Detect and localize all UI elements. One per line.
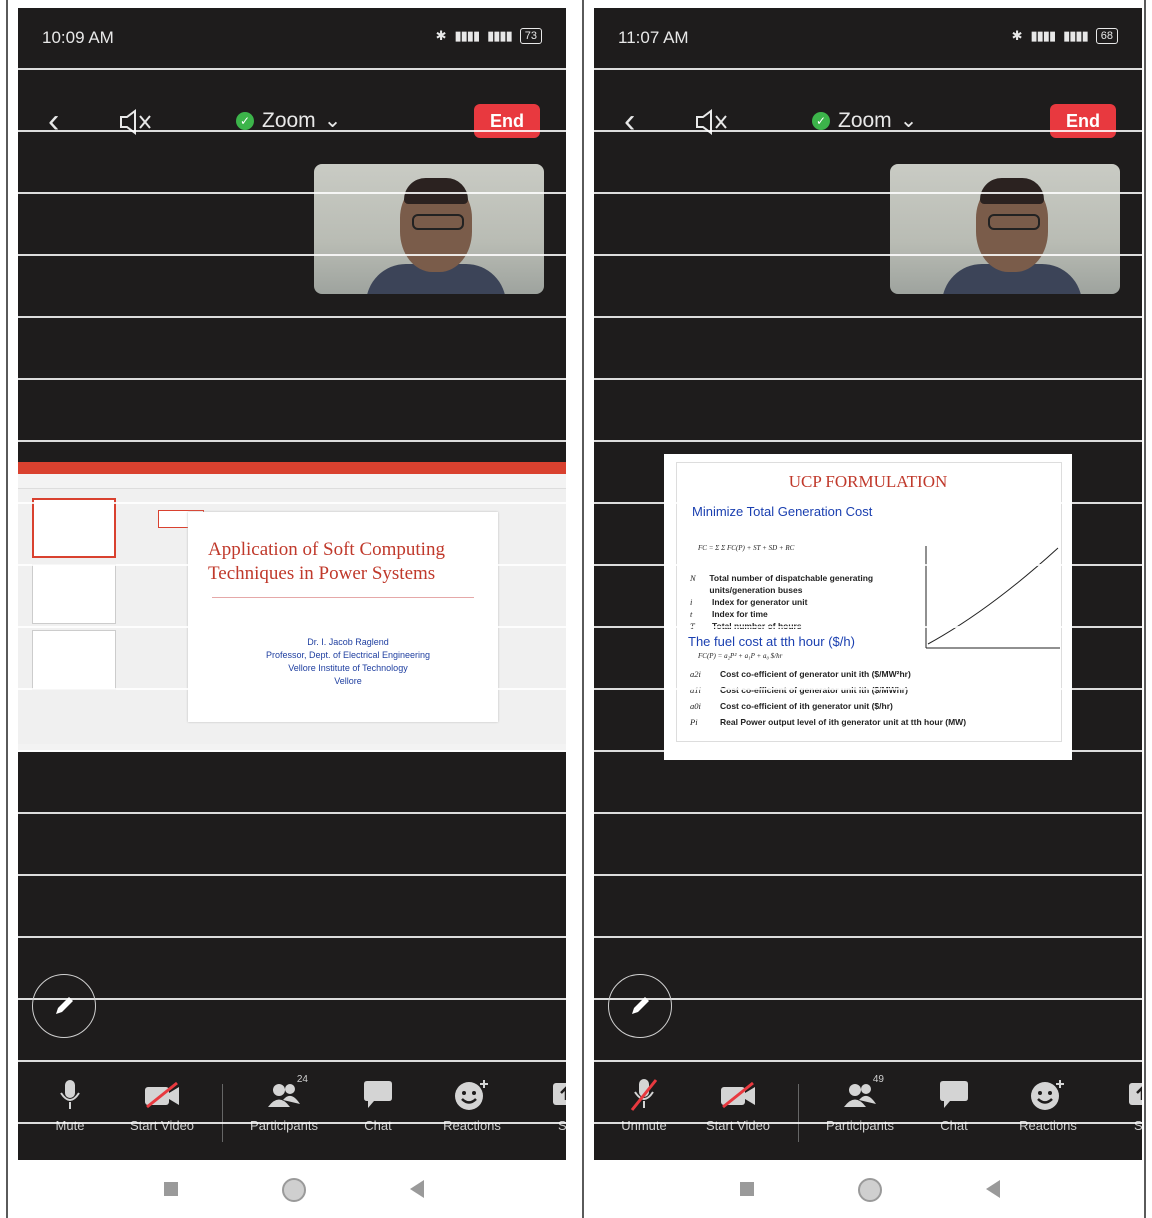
back-icon[interactable]: ‹	[624, 104, 635, 138]
definition-row: T Total number of hours	[690, 621, 802, 631]
status-time: 11:07 AM	[618, 28, 689, 47]
nav-back-icon[interactable]	[986, 1180, 1000, 1198]
android-nav-bar-left	[18, 1176, 566, 1206]
ppt-ribbon	[18, 474, 566, 489]
pencil-icon	[632, 997, 649, 1014]
shield-check-icon: ✓	[236, 111, 254, 130]
status-time: 10:09 AM	[42, 28, 114, 47]
chat-icon	[330, 1078, 426, 1112]
coefficients-list: a2i Cost co-efficient of generator unit i…	[690, 666, 1050, 730]
shield-check-icon: ✓	[812, 111, 830, 130]
share-icon	[1094, 1078, 1142, 1112]
fuel-cost-formula: FC(P) = a₂P² + a₁P + a₀ $/hr	[698, 652, 783, 660]
coefficient-row: a1i Cost co-efficient of generator unit i…	[690, 685, 908, 695]
chat-button[interactable]: Chat	[330, 1078, 426, 1133]
reactions-button[interactable]: Reactions	[1000, 1078, 1096, 1133]
microphone-off-icon	[596, 1078, 692, 1112]
start-video-button[interactable]: Start Video	[690, 1078, 786, 1133]
video-off-icon	[690, 1078, 786, 1112]
slide-thumbnail	[32, 564, 116, 624]
back-icon[interactable]: ‹	[48, 104, 59, 138]
meeting-toolbar: Mute Start Video 24 Participants Chat Re…	[18, 1070, 566, 1150]
signal-icon: ▮▮▮▮	[454, 28, 481, 43]
zoom-screen-right: 11:07 AM ✱ ▮▮▮▮ ▮▮▮▮ 68 ‹ ✓ Zoom ⌄ End U…	[594, 8, 1142, 1160]
signal-icon: ▮▮▮▮	[1030, 28, 1057, 43]
bluetooth-icon: ✱	[435, 28, 447, 43]
share-icon	[518, 1078, 566, 1112]
slide-subtitle: Minimize Total Generation Cost	[692, 504, 873, 519]
cost-formula: FC = Σ Σ FC(P) + ST + SD + RC	[698, 544, 795, 552]
nav-back-icon[interactable]	[410, 1180, 424, 1198]
slide-thumbnail	[32, 498, 116, 558]
annotate-button[interactable]	[32, 974, 96, 1038]
cost-curve-chart	[925, 546, 1060, 649]
coefficient-row: a0i Cost co-efficient of ith generator un…	[690, 701, 893, 711]
coefficient-row: a2i Cost co-efficient of generator unit i…	[690, 669, 911, 679]
signal-icon-2: ▮▮▮▮	[487, 28, 513, 43]
definition-row: N Total number of dispatchable generating…	[690, 573, 874, 595]
zoom-screen-left: 10:09 AM ✱ ▮▮▮▮ ▮▮▮▮ 73 ‹ ✓ Zoom ⌄ End A…	[18, 8, 566, 1160]
speaker-off-icon[interactable]	[118, 108, 154, 136]
status-bar: 10:09 AM ✱ ▮▮▮▮ ▮▮▮▮ 73	[42, 28, 542, 52]
home-icon[interactable]	[858, 1178, 882, 1202]
ppt-thumbnails	[24, 492, 124, 742]
self-video[interactable]	[314, 164, 544, 294]
definition-row: i Index for generator unit	[690, 597, 808, 607]
pencil-icon	[56, 997, 73, 1014]
chat-icon	[906, 1078, 1002, 1112]
fuel-cost-heading: The fuel cost at tth hour ($/h)	[688, 634, 855, 649]
chevron-down-icon: ⌄	[323, 109, 342, 132]
participants-count: 24	[296, 1074, 308, 1085]
end-button[interactable]: End	[474, 104, 540, 138]
meeting-top-bar: ‹ ✓ Zoom ⌄ End	[18, 104, 566, 144]
meeting-top-bar: ‹ ✓ Zoom ⌄ End	[594, 104, 1142, 144]
participants-icon: 24	[236, 1074, 332, 1112]
unmute-button[interactable]: Unmute	[596, 1078, 692, 1133]
definition-row: t Index for time	[690, 609, 768, 619]
share-button[interactable]: Sh	[518, 1078, 566, 1133]
microphone-icon	[22, 1078, 118, 1112]
meeting-toolbar: Unmute Start Video 49 Participants Chat	[594, 1070, 1142, 1150]
video-off-icon	[114, 1078, 210, 1112]
ppt-status-bar	[18, 744, 566, 752]
self-video[interactable]	[890, 164, 1120, 294]
slide-thumbnail	[32, 630, 116, 690]
signal-icon-2: ▮▮▮▮	[1063, 28, 1089, 43]
home-icon[interactable]	[282, 1178, 306, 1202]
recents-icon[interactable]	[164, 1182, 178, 1196]
participants-icon: 49	[812, 1074, 908, 1112]
participants-count: 49	[872, 1074, 884, 1085]
status-bar: 11:07 AM ✱ ▮▮▮▮ ▮▮▮▮ 68	[618, 28, 1118, 52]
reactions-icon	[1000, 1078, 1096, 1112]
slide-title: UCP FORMULATION	[788, 472, 948, 491]
participants-button[interactable]: 49 Participants	[812, 1074, 908, 1133]
chevron-down-icon: ⌄	[899, 109, 918, 132]
android-nav-bar-right	[594, 1176, 1142, 1206]
annotate-button[interactable]	[608, 974, 672, 1038]
slide-authors: Dr. I. Jacob Raglend Professor, Dept. of…	[265, 637, 431, 686]
shared-slide: UCP FORMULATION Minimize Total Generatio…	[664, 454, 1072, 760]
ppt-slide: Application of Soft Computing Techniques…	[188, 512, 498, 722]
reactions-icon	[424, 1078, 520, 1112]
shared-screen: Application of Soft Computing Techniques…	[18, 462, 566, 752]
definitions-list: N Total number of dispatchable generating…	[690, 572, 912, 632]
participants-button[interactable]: 24 Participants	[236, 1074, 332, 1133]
coefficient-row: Pi Real Power output level of ith generat…	[690, 717, 967, 727]
chat-button[interactable]: Chat	[906, 1078, 1002, 1133]
speaker-off-icon[interactable]	[694, 108, 730, 136]
recents-icon[interactable]	[740, 1182, 754, 1196]
battery-level: 73	[519, 28, 542, 44]
share-button[interactable]: Sh	[1094, 1078, 1142, 1133]
battery-level: 68	[1095, 28, 1118, 44]
ppt-title-bar	[18, 462, 566, 474]
meeting-title[interactable]: ✓ Zoom ⌄	[812, 108, 917, 133]
mute-button[interactable]: Mute	[22, 1078, 118, 1133]
reactions-button[interactable]: Reactions	[424, 1078, 520, 1133]
bluetooth-icon: ✱	[1011, 28, 1023, 43]
cost-curve	[927, 547, 1059, 645]
slide-title: Application of Soft Computing Techniques…	[208, 539, 445, 584]
start-video-button[interactable]: Start Video	[114, 1078, 210, 1133]
end-button[interactable]: End	[1050, 104, 1116, 138]
meeting-title[interactable]: ✓ Zoom ⌄	[236, 108, 341, 133]
